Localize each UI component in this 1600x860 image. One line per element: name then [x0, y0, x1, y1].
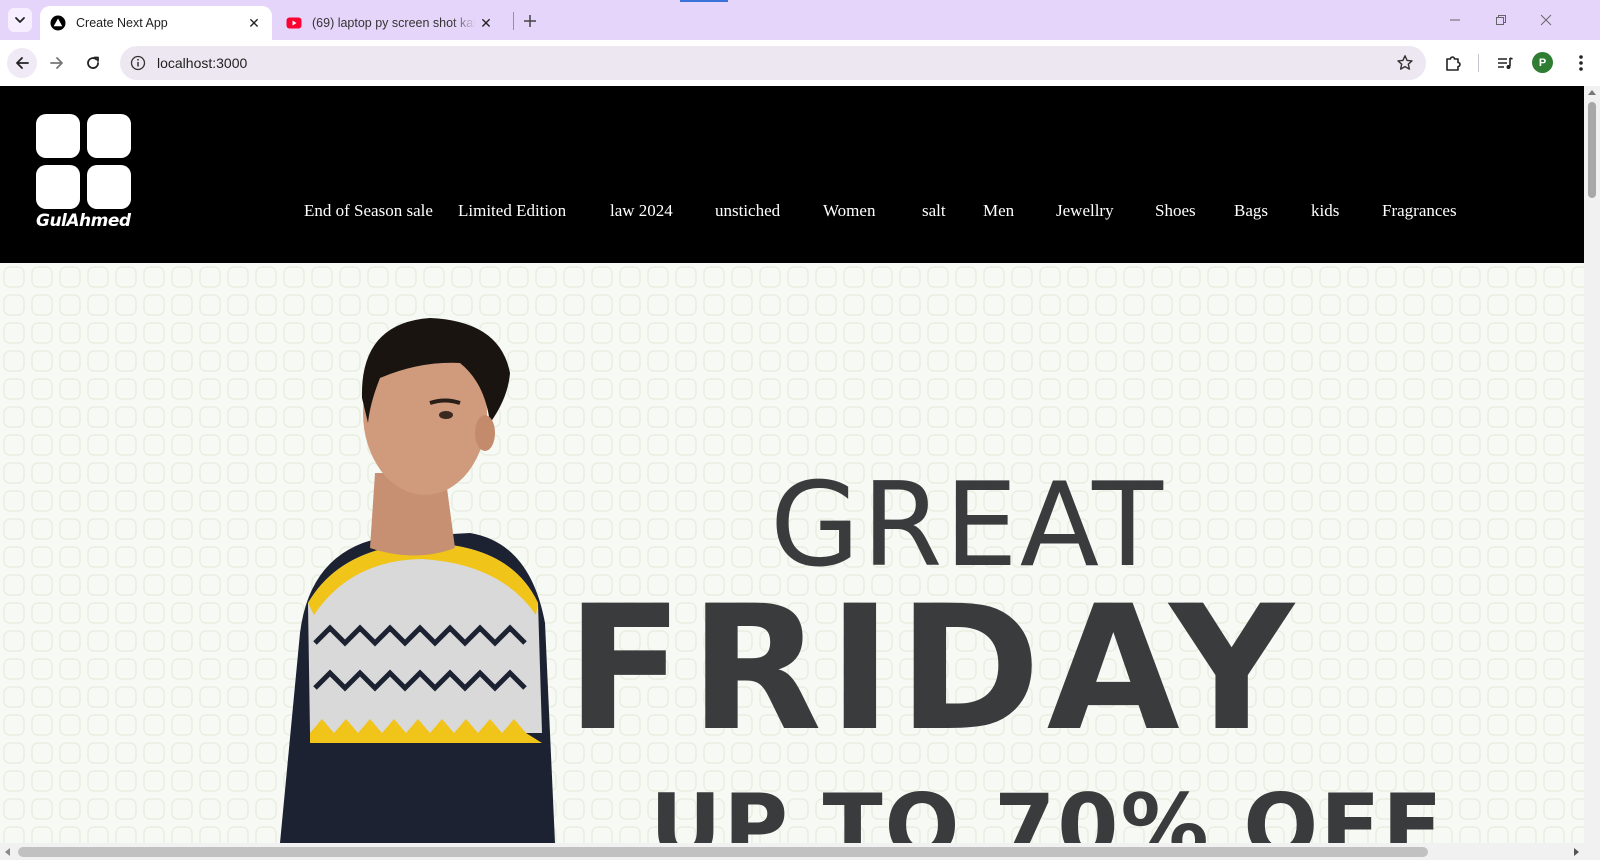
puzzle-icon: [1446, 56, 1461, 71]
tab-youtube[interactable]: (69) laptop py screen shot kaise ✕: [276, 6, 504, 40]
hero-banner[interactable]: GREAT FRIDAY UP TO 70% OFF: [0, 263, 1584, 843]
site-header: GulAhmed End of Season sale Limited Edit…: [0, 86, 1584, 263]
nextjs-icon: [50, 15, 66, 31]
chevron-down-icon: [15, 17, 25, 23]
extensions-button[interactable]: [1440, 50, 1466, 76]
vertical-scroll-thumb[interactable]: [1588, 102, 1596, 198]
nav-end-of-season-sale[interactable]: End of Season sale: [304, 201, 433, 221]
plus-icon: [524, 15, 536, 27]
restore-button[interactable]: [1486, 8, 1516, 32]
address-bar[interactable]: localhost:3000: [120, 46, 1426, 80]
browser-menu-button[interactable]: [1568, 50, 1594, 76]
vertical-scrollbar[interactable]: [1584, 86, 1600, 843]
tab-strip: Create Next App ✕ (69) laptop py screen …: [0, 0, 1600, 40]
nav-jewellry[interactable]: Jewellry: [1056, 201, 1114, 221]
page-viewport: GulAhmed End of Season sale Limited Edit…: [0, 86, 1584, 843]
reload-button[interactable]: [78, 48, 108, 78]
close-window-button[interactable]: [1531, 8, 1561, 32]
nav-women[interactable]: Women: [823, 201, 875, 221]
browser-toolbar: localhost:3000 P: [0, 40, 1600, 86]
horizontal-scroll-thumb[interactable]: [18, 847, 1428, 857]
nav-shoes[interactable]: Shoes: [1155, 201, 1196, 221]
nav-law-2024[interactable]: law 2024: [610, 201, 673, 221]
scrollbar-corner: [1584, 843, 1600, 860]
close-icon: [1540, 14, 1552, 26]
tab-create-next-app[interactable]: Create Next App ✕: [40, 6, 272, 40]
nav-fragrances[interactable]: Fragrances: [1382, 201, 1457, 221]
nav-salt[interactable]: salt: [922, 201, 946, 221]
bookmark-star-icon[interactable]: [1394, 52, 1416, 74]
nav-kids[interactable]: kids: [1311, 201, 1339, 221]
site-info-icon[interactable]: [126, 51, 150, 75]
arrow-right-icon: [50, 57, 63, 69]
hero-headline-great: GREAT: [770, 458, 1165, 593]
restore-icon: [1496, 15, 1506, 25]
model-photo: [280, 318, 555, 843]
forward-button[interactable]: [42, 48, 72, 78]
more-vertical-icon: [1579, 55, 1583, 71]
new-tab-button[interactable]: [518, 9, 542, 33]
youtube-icon: [286, 15, 302, 31]
scroll-right-arrow-icon[interactable]: [1574, 848, 1579, 856]
reload-icon: [87, 56, 99, 69]
scroll-left-arrow-icon[interactable]: [5, 848, 10, 856]
minimize-icon: [1450, 19, 1460, 21]
tab-title: (69) laptop py screen shot kaise: [312, 16, 476, 30]
nav-bags[interactable]: Bags: [1234, 201, 1268, 221]
scroll-up-arrow-icon[interactable]: [1588, 90, 1596, 95]
media-controls-button[interactable]: [1492, 50, 1518, 76]
toolbar-divider: [1478, 54, 1479, 72]
tab-separator: [513, 12, 514, 30]
tab-title: Create Next App: [76, 16, 168, 30]
nav-men[interactable]: Men: [983, 201, 1014, 221]
back-button[interactable]: [7, 48, 37, 78]
arrow-left-icon: [16, 57, 29, 69]
minimize-button[interactable]: [1440, 8, 1470, 32]
brand-wordmark: GulAhmed: [36, 211, 131, 231]
hero-headline-offer: UP TO 70% OFF: [650, 775, 1445, 844]
close-tab-icon[interactable]: ✕: [476, 13, 496, 33]
close-tab-icon[interactable]: ✕: [244, 13, 264, 33]
loading-indicator: [680, 0, 728, 2]
nav-limited-edition[interactable]: Limited Edition: [458, 201, 566, 221]
tab-search-button[interactable]: [8, 8, 32, 32]
profile-avatar[interactable]: P: [1532, 52, 1553, 73]
hero-headline-friday: FRIDAY: [566, 568, 1300, 769]
playlist-icon: [1498, 57, 1513, 69]
horizontal-scrollbar[interactable]: [0, 843, 1584, 860]
url-text[interactable]: localhost:3000: [157, 55, 247, 71]
nav-unstiched[interactable]: unstiched: [715, 201, 780, 221]
